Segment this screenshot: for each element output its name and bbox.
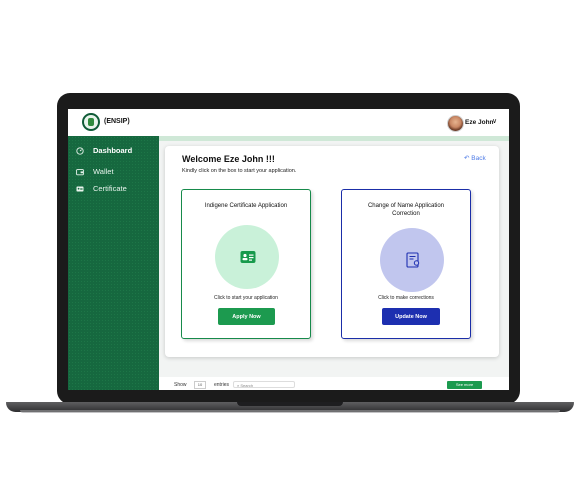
show-label: Show <box>174 382 187 388</box>
change-of-name-card[interactable]: Change of Name Application Correction Cl… <box>341 189 471 339</box>
see-more-button[interactable]: See more <box>447 381 482 389</box>
card-title: Change of Name Application Correction <box>367 203 445 217</box>
back-label: Back <box>471 155 486 162</box>
card-icon-circle <box>215 225 279 289</box>
card-icon-circle <box>380 228 444 292</box>
card-hint: Click to start your application <box>214 295 278 301</box>
main-content: Welcome Eze John !!! Kindly click on the… <box>68 109 509 390</box>
back-link[interactable]: ↶ Back <box>464 154 486 162</box>
certificate-icon <box>406 252 420 268</box>
page-title: Welcome Eze John !!! <box>182 154 275 164</box>
laptop-notch <box>237 402 343 406</box>
laptop-foot <box>20 410 560 413</box>
card-hint: Click to make corrections <box>378 295 434 301</box>
entries-label: entries <box>214 382 230 388</box>
page-subtitle: Kindly click on the box to start your ap… <box>182 168 297 174</box>
search-icon: ⌕ <box>237 383 240 388</box>
back-arrow-icon: ↶ <box>464 155 470 162</box>
page-size-select[interactable]: 10 <box>194 381 206 389</box>
indigene-certificate-card[interactable]: Indigene Certificate Application Click t… <box>181 189 311 339</box>
search-placeholder: Search <box>240 383 254 388</box>
id-card-icon <box>240 251 256 263</box>
search-input[interactable]: ⌕ Search <box>233 381 295 388</box>
update-now-button[interactable]: Update Now <box>382 308 440 325</box>
apply-now-button[interactable]: Apply Now <box>218 308 275 325</box>
card-title: Indigene Certificate Application <box>204 203 288 209</box>
